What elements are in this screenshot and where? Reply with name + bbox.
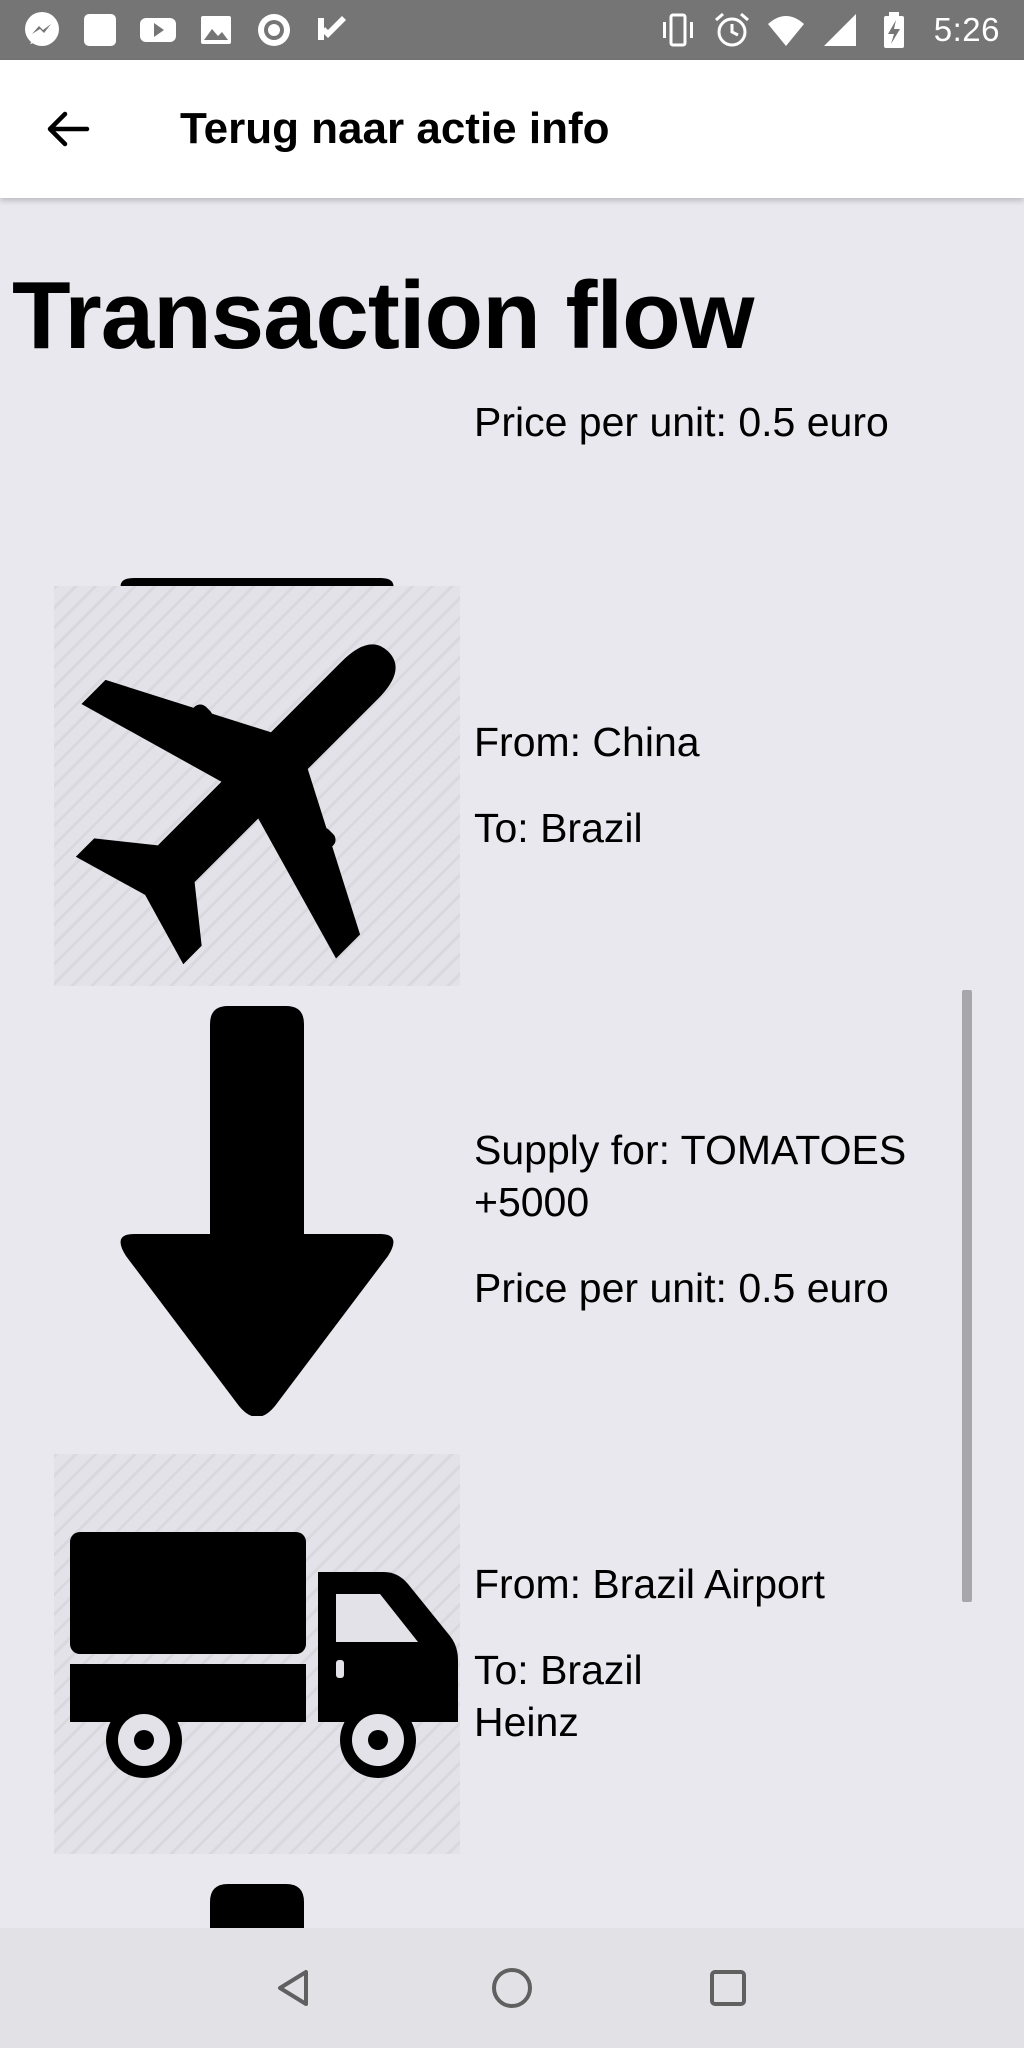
app-bar: Terug naar actie info [0, 60, 1024, 198]
status-time: 5:26 [933, 11, 1000, 48]
truck-icon [70, 1532, 458, 1778]
step-icon-box-truck [54, 1454, 460, 1854]
step-text-0: Price per unit: 0.5 euro [474, 396, 974, 482]
step-icon-box-airplane [54, 586, 460, 986]
back-button[interactable] [36, 97, 100, 161]
step-line: From: China [474, 719, 700, 765]
step-line: Price per unit: 0.5 euro [474, 399, 889, 445]
nav-home-button[interactable] [476, 1952, 548, 2024]
navigation-bar [0, 1928, 1024, 2048]
page-title: Transaction flow [12, 262, 754, 369]
arrow-down-icon [120, 1006, 394, 1417]
vibrate-icon [658, 10, 698, 50]
step-text-2: Supply for: TOMATOES +5000 Price per uni… [474, 1124, 974, 1348]
step-line: Price per unit: 0.5 euro [474, 1265, 889, 1311]
step-line: From: Brazil Airport [474, 1561, 825, 1607]
notification-icons [22, 10, 352, 50]
alarm-icon [712, 10, 752, 50]
messenger-icon [22, 10, 62, 50]
home-circle-icon [492, 1968, 532, 2008]
nav-back-button[interactable] [258, 1952, 330, 2024]
checkmark-icon [312, 10, 352, 50]
scrollbar[interactable] [962, 990, 972, 1602]
arrow-down-icon [210, 1884, 304, 1928]
step-icon-arrow-4 [54, 1884, 460, 1928]
recents-square-icon [710, 1970, 746, 2006]
status-bar: 5:26 [0, 0, 1024, 60]
step-line: Supply for: TOMATOES +5000 [474, 1127, 907, 1225]
image-icon [196, 10, 236, 50]
battery-charging-icon [874, 10, 914, 50]
transaction-flow-content: Transaction flow Price per unit: 0.5 eur… [0, 198, 1024, 1928]
step-text-3: From: Brazil Airport To: Brazil Heinz [474, 1558, 974, 1782]
system-icons: 5:26 [658, 10, 1000, 50]
signal-icon [820, 10, 860, 50]
step-icon-arrow-2 [54, 1006, 460, 1417]
app-bar-title: Terug naar actie info [180, 104, 610, 153]
airplane-icon [75, 644, 396, 965]
back-triangle-icon [278, 1970, 308, 2006]
step-line: To: Brazil Heinz [474, 1647, 643, 1745]
youtube-icon [138, 10, 178, 50]
step-line: To: Brazil [474, 805, 643, 851]
arrow-left-icon [47, 111, 90, 147]
step-text-1: From: China To: Brazil [474, 716, 974, 888]
wifi-icon [766, 10, 806, 50]
circle-record-icon [254, 10, 294, 50]
nav-recents-button[interactable] [692, 1952, 764, 2024]
square-notification-icon [80, 10, 120, 50]
